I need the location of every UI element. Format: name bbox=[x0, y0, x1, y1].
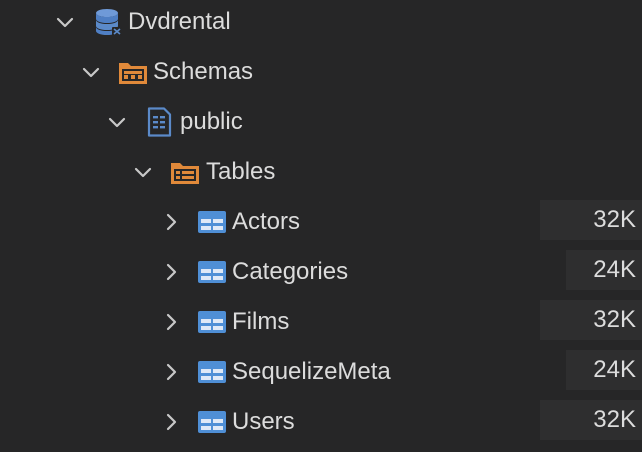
table-size: 24K bbox=[566, 350, 642, 390]
database-tree: Dvdrental Schemas public Tables Actors 3… bbox=[0, 0, 642, 452]
table-icon bbox=[197, 307, 227, 337]
table-row[interactable]: SequelizeMeta 24K bbox=[0, 347, 642, 397]
table-row[interactable]: Films 32K bbox=[0, 297, 642, 347]
schemas-folder-icon bbox=[118, 57, 148, 87]
chevron-right-icon[interactable] bbox=[160, 261, 182, 283]
table-row[interactable]: Users 32K bbox=[0, 397, 642, 447]
table-name: Actors bbox=[232, 208, 301, 235]
table-name: Categories bbox=[232, 258, 349, 285]
tree-node-schema-public[interactable]: public bbox=[0, 97, 642, 147]
tables-folder-label: Tables bbox=[206, 158, 276, 185]
chevron-right-icon[interactable] bbox=[160, 361, 182, 383]
chevron-down-icon[interactable] bbox=[132, 161, 154, 183]
tree-node-database[interactable]: Dvdrental bbox=[0, 0, 642, 47]
table-size: 32K bbox=[540, 200, 642, 240]
tree-node-schemas[interactable]: Schemas bbox=[0, 47, 642, 97]
chevron-down-icon[interactable] bbox=[54, 11, 76, 33]
table-name: Films bbox=[232, 308, 290, 335]
table-icon bbox=[197, 407, 227, 437]
chevron-right-icon[interactable] bbox=[160, 411, 182, 433]
chevron-down-icon[interactable] bbox=[106, 111, 128, 133]
database-icon bbox=[93, 7, 123, 37]
schemas-label: Schemas bbox=[153, 58, 254, 85]
table-name: SequelizeMeta bbox=[232, 358, 391, 385]
table-row[interactable]: Categories 24K bbox=[0, 247, 642, 297]
database-label: Dvdrental bbox=[128, 8, 231, 35]
chevron-right-icon[interactable] bbox=[160, 211, 182, 233]
table-size: 24K bbox=[566, 250, 642, 290]
schema-label: public bbox=[180, 108, 243, 135]
table-icon bbox=[197, 357, 227, 387]
table-row[interactable]: Actors 32K bbox=[0, 197, 642, 247]
tree-node-tables-folder[interactable]: Tables bbox=[0, 147, 642, 197]
table-name: Users bbox=[232, 408, 295, 435]
table-size: 32K bbox=[540, 300, 642, 340]
table-icon bbox=[197, 207, 227, 237]
chevron-right-icon[interactable] bbox=[160, 311, 182, 333]
schema-document-icon bbox=[145, 107, 175, 137]
chevron-down-icon[interactable] bbox=[80, 61, 102, 83]
tables-folder-icon bbox=[170, 157, 200, 187]
table-icon bbox=[197, 257, 227, 287]
table-size: 32K bbox=[540, 400, 642, 440]
